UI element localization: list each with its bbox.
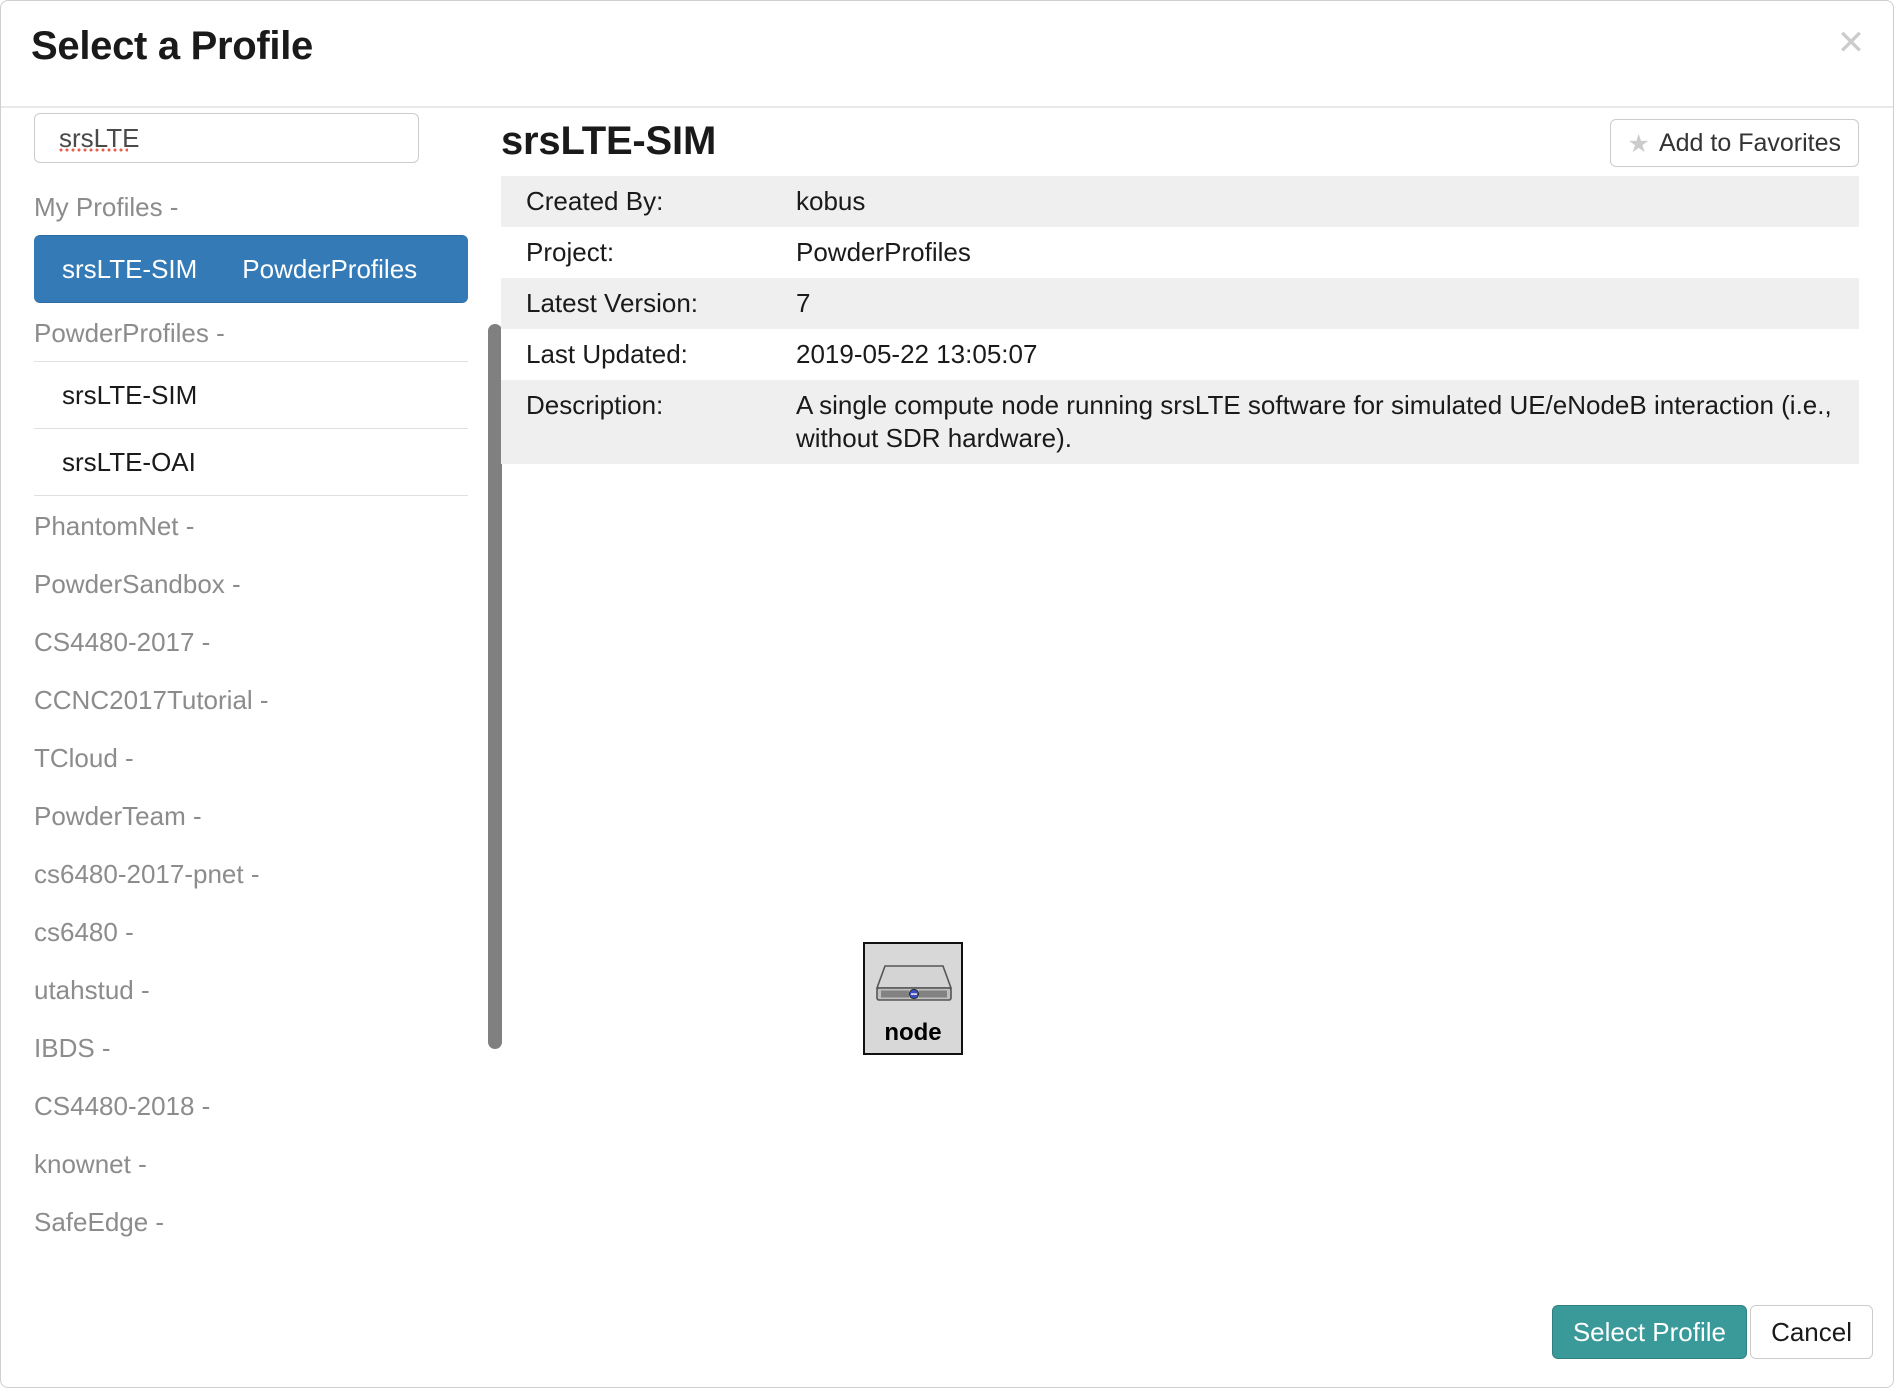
profile-item-name: srsLTE-OAI — [62, 447, 196, 477]
detail-row-label: Created By: — [501, 176, 796, 227]
select-profile-button[interactable]: Select Profile — [1551, 1305, 1747, 1359]
profile-list: My Profiles - srsLTE-SIM PowderProfiles Pow… — [1, 177, 501, 1250]
modal-footer: Select Profile Cancel — [1, 1291, 1893, 1387]
close-icon[interactable]: ✕ — [1831, 23, 1871, 63]
profile-group-header[interactable]: CS4480-2017 - — [1, 612, 501, 670]
profile-item-project: PowderProfiles — [242, 254, 418, 284]
profile-group-header[interactable]: IBDS - — [1, 1018, 501, 1076]
profile-group-header[interactable]: My Profiles - — [1, 177, 501, 235]
detail-row: Project: PowderProfiles — [501, 227, 1859, 278]
add-to-favorites-label: Add to Favorites — [1658, 128, 1841, 157]
detail-row-label: Description: — [501, 380, 796, 464]
profile-group-header[interactable]: utahstud - — [1, 960, 501, 1018]
profile-list-scroll-viewport[interactable]: My Profiles - srsLTE-SIM PowderProfiles Pow… — [1, 177, 501, 1387]
detail-row: Created By: kobus — [501, 176, 1859, 227]
detail-row: Description: A single compute node runnin… — [501, 380, 1859, 464]
add-to-favorites-button[interactable]: ★ Add to Favorites — [1609, 119, 1859, 167]
detail-row-label: Last Updated: — [501, 329, 796, 380]
cancel-button[interactable]: Cancel — [1750, 1305, 1873, 1359]
profile-detail-table: Created By: kobus Project: PowderProfiles La… — [501, 176, 1859, 464]
profile-group-header[interactable]: PowderTeam - — [1, 786, 501, 844]
profile-group-header[interactable]: SafeEdge - — [1, 1192, 501, 1250]
profile-group-header[interactable]: cs6480 - — [1, 902, 501, 960]
detail-row-value: 2019-05-22 13:05:07 — [796, 329, 1859, 380]
detail-row-label: Latest Version: — [501, 278, 796, 329]
profile-group-header[interactable]: PhantomNet - — [1, 496, 501, 554]
profile-group-header[interactable]: CCNC2017Tutorial - — [1, 670, 501, 728]
profile-group-header[interactable]: PowderSandbox - — [1, 554, 501, 612]
profile-item-name: srsLTE-SIM — [62, 380, 198, 410]
profile-group-header[interactable]: cs6480-2017-pnet - — [1, 844, 501, 902]
profile-group-header[interactable]: TCloud - — [1, 728, 501, 786]
modal-header: Select a Profile ✕ — [1, 1, 1893, 108]
detail-row: Latest Version: 7 — [501, 278, 1859, 329]
profile-list-item[interactable]: srsLTE-OAI — [34, 429, 468, 496]
profile-browser-panel: My Profiles - srsLTE-SIM PowderProfiles Pow… — [1, 108, 502, 1387]
search-input[interactable] — [34, 113, 419, 163]
profile-detail-title: srsLTE-SIM — [501, 119, 717, 163]
detail-row-label: Project: — [501, 227, 796, 278]
topology-node-label: node — [884, 1019, 942, 1046]
detail-row-value: kobus — [796, 176, 1859, 227]
profile-list-item[interactable]: srsLTE-SIM PowderProfiles — [34, 235, 468, 303]
profile-detail-panel: srsLTE-SIM ★ Add to Favorites Created By… — [501, 108, 1893, 1387]
scrollbar-thumb[interactable] — [488, 324, 502, 1049]
profile-list-item[interactable]: srsLTE-SIM — [34, 361, 468, 429]
page-title: Select a Profile — [31, 24, 313, 68]
detail-row-value: A single compute node running srsLTE sof… — [796, 380, 1859, 464]
profile-group-header[interactable]: knownet - — [1, 1134, 501, 1192]
profile-group-header[interactable]: PowderProfiles - — [1, 303, 501, 361]
profile-item-name: srsLTE-SIM — [62, 254, 198, 284]
detail-row-value: 7 — [796, 278, 1859, 329]
detail-row: Last Updated: 2019-05-22 13:05:07 — [501, 329, 1859, 380]
detail-row-value: PowderProfiles — [796, 227, 1859, 278]
server-node-icon — [875, 965, 953, 1001]
select-profile-modal: Select a Profile ✕ My Profiles -srsLTE-S… — [0, 0, 1894, 1388]
topology-node[interactable]: node — [863, 942, 963, 1055]
profile-group-header[interactable]: CS4480-2018 - — [1, 1076, 501, 1134]
star-icon: ★ — [1627, 128, 1650, 158]
